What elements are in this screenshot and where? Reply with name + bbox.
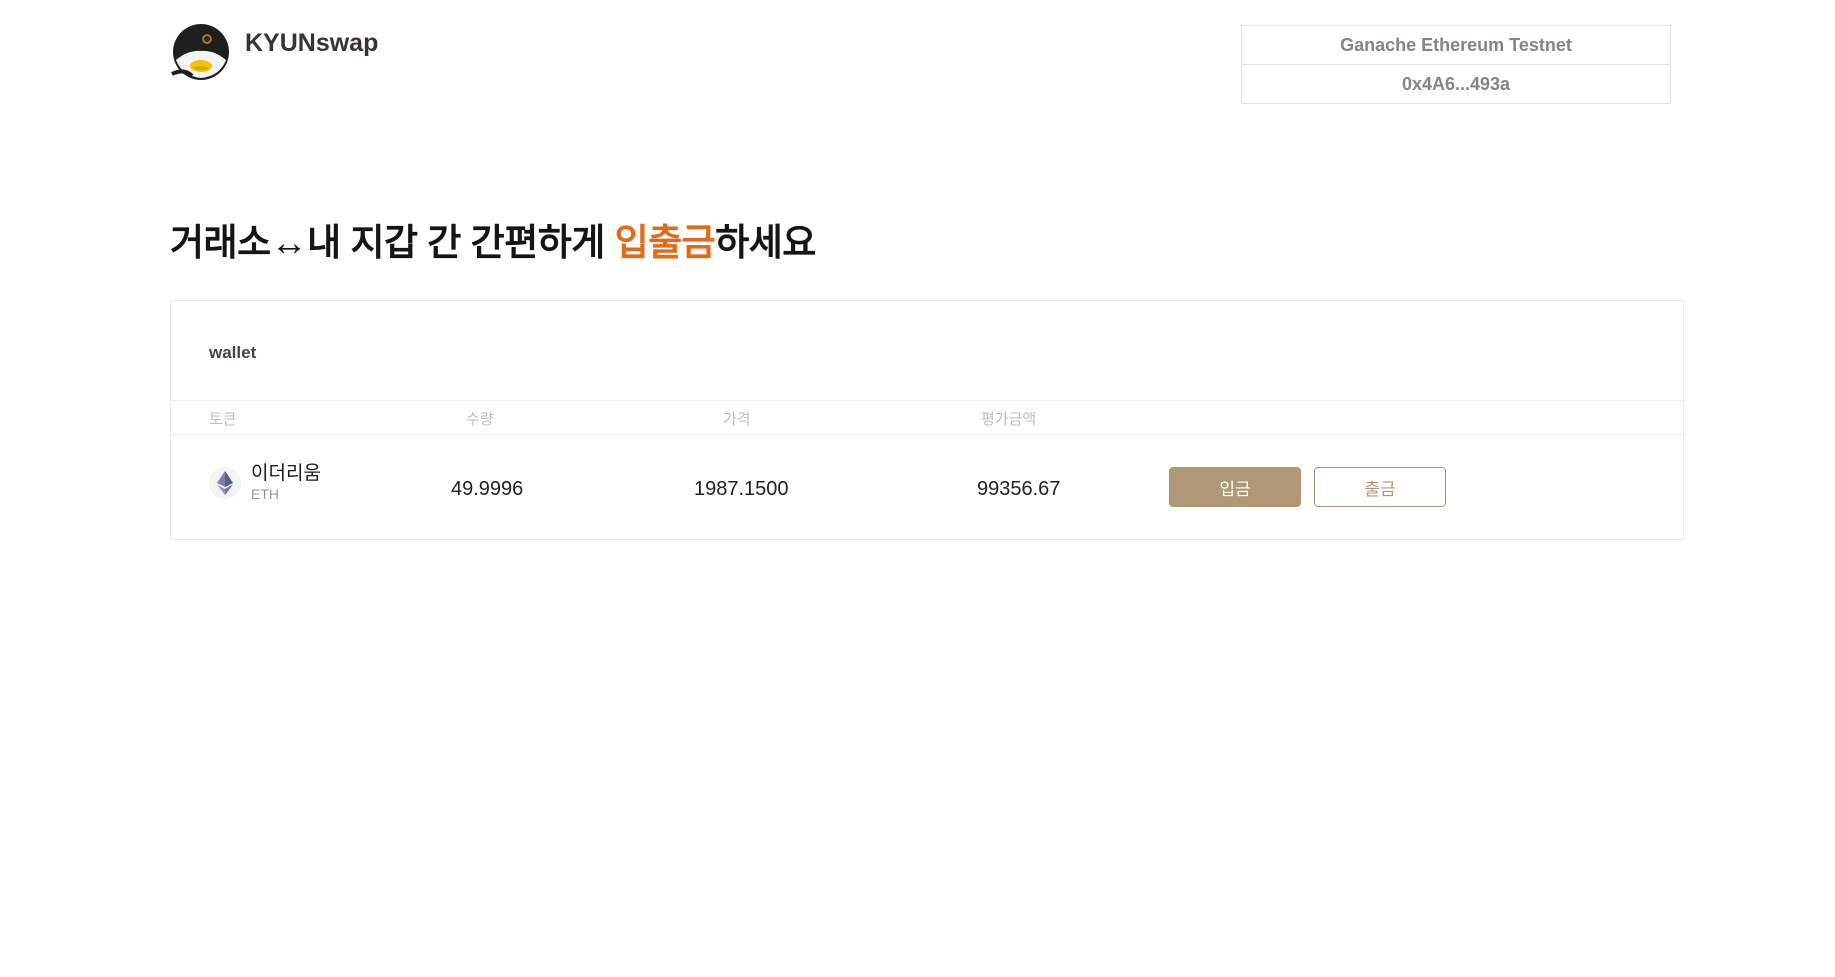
table-row: 이더리움 ETH 49.9996 1987.1500 99356.67 입금 출… (171, 435, 1683, 539)
col-amount: 수량 (466, 411, 494, 428)
token-cell: 이더리움 ETH (209, 463, 321, 503)
top-header: KYUNswap Ganache Ethereum Testnet 0x4A6.… (0, 0, 1835, 110)
wallet-card: wallet 토큰 수량 가격 평가금액 이더리움 ETH 49.9996 19… (170, 300, 1684, 540)
title-prefix: 거래소↔내 지갑 간 간편하게 (170, 222, 615, 263)
amount-value: 49.9996 (451, 478, 524, 500)
token-symbol: ETH (251, 486, 279, 502)
page-title: 거래소↔내 지갑 간 간편하게 입출금하세요 (170, 212, 816, 266)
col-token: 토큰 (209, 411, 237, 428)
network-button[interactable]: Ganache Ethereum Testnet (1241, 25, 1671, 65)
table-header: 토큰 수량 가격 평가금액 (171, 400, 1683, 435)
valuation-value: 99356.67 (977, 478, 1061, 500)
title-accent: 입출금 (614, 222, 716, 263)
wallet-title: wallet (209, 343, 257, 362)
penguin-avatar-icon (171, 24, 229, 80)
ethereum-icon (209, 467, 241, 499)
deposit-button[interactable]: 입금 (1169, 467, 1301, 507)
token-name: 이더리움 (251, 463, 321, 484)
col-price: 가격 (723, 411, 751, 428)
account-button[interactable]: 0x4A6...493a (1241, 65, 1671, 104)
withdraw-button[interactable]: 출금 (1314, 467, 1446, 507)
title-suffix: 하세요 (715, 222, 816, 263)
logo[interactable]: KYUNswap (170, 24, 378, 81)
col-value: 평가금액 (981, 411, 1037, 428)
price-value: 1987.1500 (694, 478, 789, 500)
brand-name: KYUNswap (245, 29, 379, 57)
network-panel: Ganache Ethereum Testnet 0x4A6...493a (1241, 25, 1671, 104)
